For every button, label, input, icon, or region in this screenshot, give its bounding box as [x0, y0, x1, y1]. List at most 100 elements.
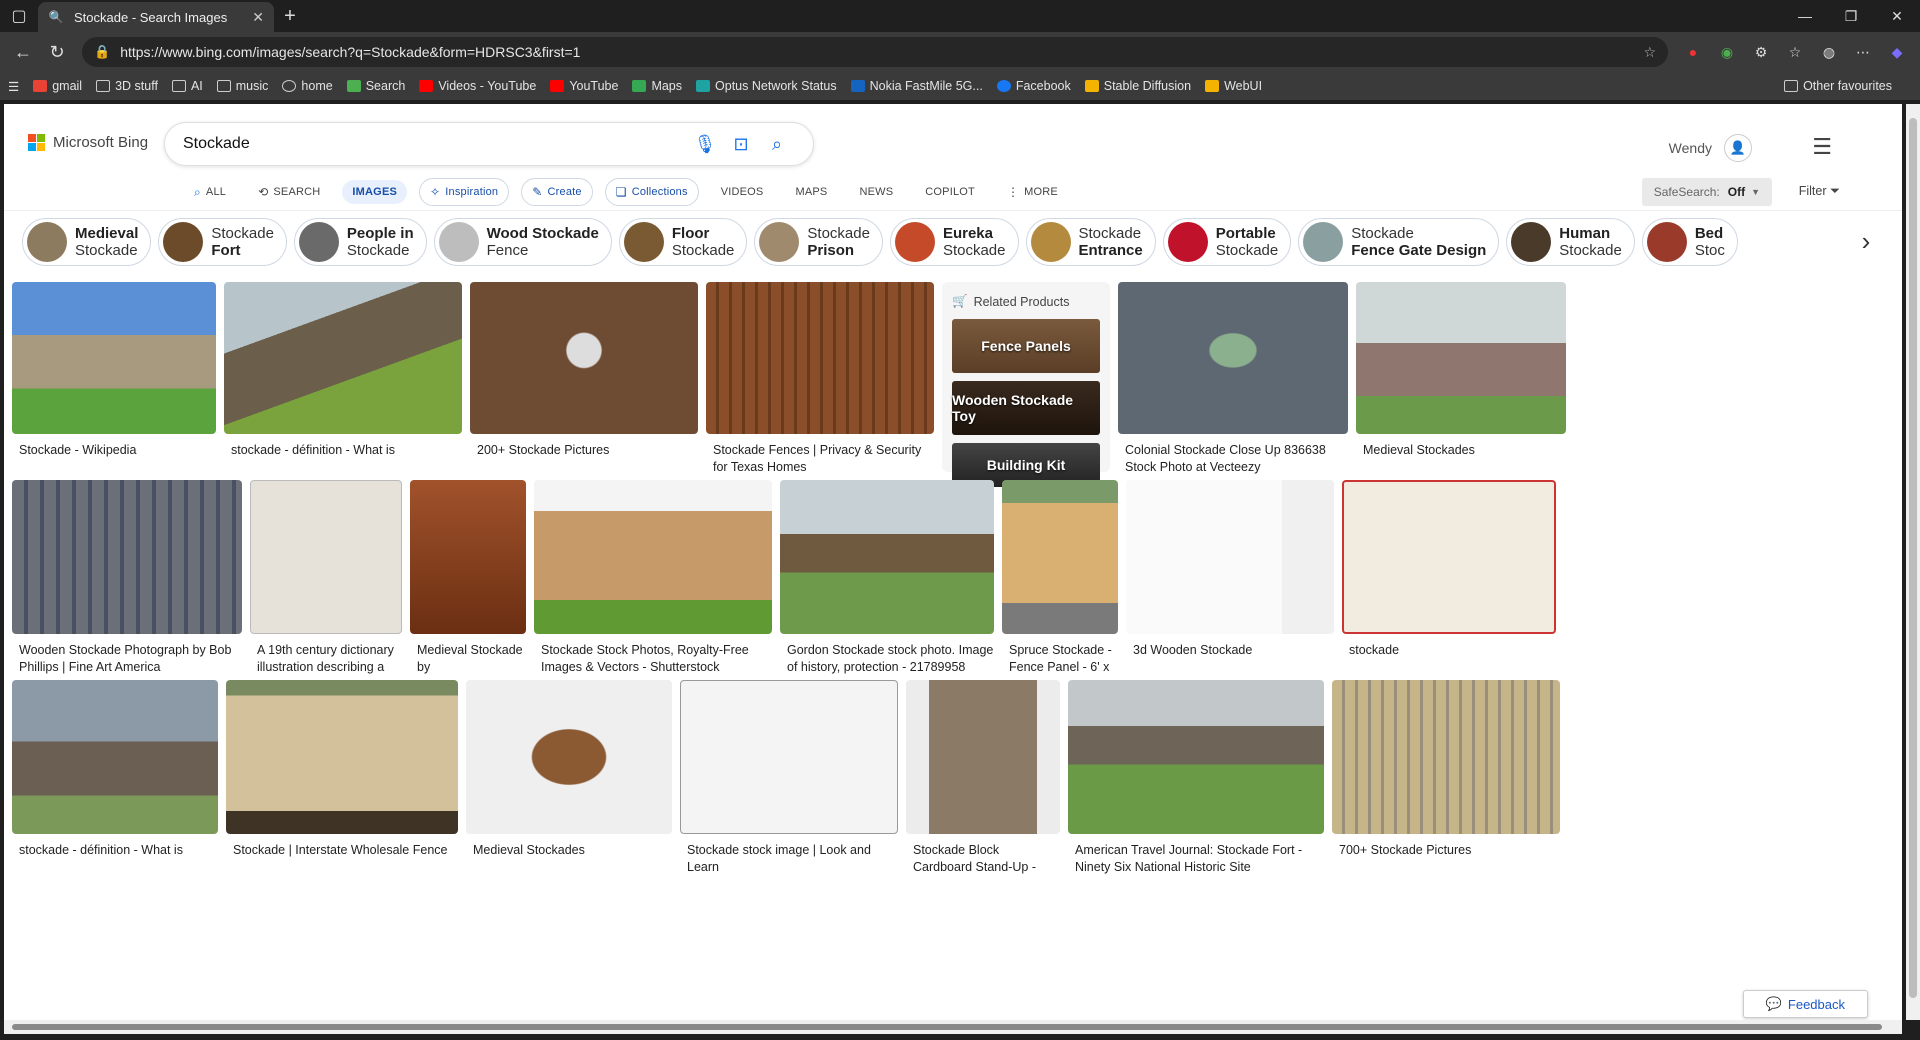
result-thumbnail[interactable] [12, 680, 218, 834]
bookmark-gmail[interactable]: gmail [33, 79, 82, 93]
related-search-chip[interactable]: Portable Stockade [1162, 217, 1292, 266]
vertical-scrollbar[interactable] [1906, 104, 1920, 1020]
tab-actions-icon[interactable]: ▢ [0, 0, 38, 32]
image-result[interactable]: A 19th century dictionary illustration d… [250, 480, 402, 676]
chevron-right-icon[interactable]: › [1846, 221, 1886, 261]
result-caption[interactable]: Spruce Stockade - Fence Panel - 6' x 8..… [1002, 642, 1118, 676]
horizontal-scrollbar[interactable] [4, 1020, 1902, 1034]
bookmark-home[interactable]: home [282, 79, 333, 93]
result-thumbnail[interactable] [470, 282, 698, 434]
image-result[interactable]: Wooden Stockade Photograph by Bob Philli… [12, 480, 242, 676]
image-result[interactable]: Medieval Stockade by DansWoodandLeat... [410, 480, 526, 676]
minimize-icon[interactable]: — [1782, 0, 1828, 32]
favorite-star-icon[interactable]: ☆ [1643, 44, 1656, 61]
result-thumbnail[interactable] [906, 680, 1060, 834]
related-search-chip[interactable]: Stockade Prison [754, 217, 883, 266]
lock-icon[interactable]: 🔒 [94, 44, 110, 60]
url-text[interactable]: https://www.bing.com/images/search?q=Sto… [120, 44, 1643, 60]
result-thumbnail[interactable] [1332, 680, 1560, 834]
safesearch-dropdown[interactable]: SafeSearch: Off ▼ [1641, 178, 1772, 206]
result-thumbnail[interactable] [1356, 282, 1566, 434]
result-thumbnail[interactable] [706, 282, 934, 434]
image-result[interactable]: Stockade Stock Photos, Royalty-Free Imag… [534, 480, 772, 676]
image-result[interactable]: Stockade Fences | Privacy & Security for… [706, 282, 934, 476]
other-favourites[interactable]: Other favourites [1784, 79, 1892, 93]
result-caption[interactable]: Medieval Stockades [1356, 442, 1566, 459]
profile-avatar-icon[interactable]: ◍ [1812, 36, 1846, 68]
result-caption[interactable]: Wooden Stockade Photograph by Bob Philli… [12, 642, 242, 676]
restore-icon[interactable]: ❐ [1828, 0, 1874, 32]
more-menu-icon[interactable]: ⋯ [1846, 36, 1880, 68]
bookmark-maps[interactable]: Maps [632, 79, 682, 93]
related-product-wooden-stockade-toy[interactable]: Wooden Stockade Toy [952, 381, 1100, 435]
image-result[interactable]: stockade [1342, 480, 1556, 676]
bookmark-videos-youtube[interactable]: Videos - YouTube [419, 79, 536, 93]
tab-videos[interactable]: VIDEOS [711, 180, 774, 204]
result-caption[interactable]: 700+ Stockade Pictures [1332, 842, 1560, 859]
related-product-fence-panels[interactable]: Fence Panels [952, 319, 1100, 373]
tab-more[interactable]: ⋮ MORE [997, 179, 1068, 205]
image-result[interactable]: 200+ Stockade Pictures [470, 282, 698, 476]
result-caption[interactable]: Stockade Stock Photos, Royalty-Free Imag… [534, 642, 772, 676]
tab-all[interactable]: ⌕ ALL [184, 179, 236, 206]
result-caption[interactable]: Medieval Stockade by DansWoodandLeat... [410, 642, 526, 676]
image-result[interactable]: stockade - définition - What is [12, 680, 218, 876]
related-search-chip[interactable]: Bed Stoc [1641, 217, 1738, 266]
image-result[interactable]: Stockade Block Cardboard Stand-Up - Disc… [906, 680, 1060, 876]
refresh-icon[interactable]: ↻ [40, 36, 74, 68]
result-caption[interactable]: Colonial Stockade Close Up 836638 Stock … [1118, 442, 1348, 476]
result-caption[interactable]: A 19th century dictionary illustration d… [250, 642, 402, 676]
active-tab[interactable]: 🔍 Stockade - Search Images ✕ [38, 2, 274, 32]
image-result[interactable]: Stockade stock image | Look and Learn [680, 680, 898, 876]
result-caption[interactable]: Stockade stock image | Look and Learn [680, 842, 898, 876]
result-caption[interactable]: stockade [1342, 642, 1556, 659]
bookmark-facebook[interactable]: Facebook [996, 79, 1071, 93]
bookmark-3d-stuff[interactable]: 3D stuff [96, 79, 158, 93]
image-result[interactable]: Spruce Stockade - Fence Panel - 6' x 8..… [1002, 480, 1118, 676]
result-caption[interactable]: 200+ Stockade Pictures [470, 442, 698, 459]
bookmarks-menu-icon[interactable]: ☰ [8, 79, 19, 94]
result-thumbnail[interactable] [1342, 480, 1556, 634]
search-input[interactable]: Stockade [183, 135, 687, 153]
image-result[interactable]: Medieval Stockades [466, 680, 672, 876]
image-result[interactable]: 700+ Stockade Pictures [1332, 680, 1560, 876]
bookmark-nokia[interactable]: Nokia FastMile 5G... [850, 79, 983, 93]
image-result[interactable]: stockade - définition - What is [224, 282, 462, 476]
hamburger-menu-icon[interactable]: ☰ [1812, 134, 1832, 160]
bing-logo[interactable]: Microsoft Bing [28, 134, 148, 151]
new-tab-button[interactable]: + [274, 0, 306, 32]
image-result[interactable]: Stockade - Wikipedia [12, 282, 216, 476]
result-thumbnail[interactable] [1118, 282, 1348, 434]
result-thumbnail[interactable] [12, 480, 242, 634]
result-thumbnail[interactable] [12, 282, 216, 434]
color-extension-icon[interactable]: ◉ [1710, 36, 1744, 68]
result-thumbnail[interactable] [1126, 480, 1334, 634]
result-caption[interactable]: Stockade - Wikipedia [12, 442, 216, 459]
bookmark-youtube[interactable]: YouTube [550, 79, 618, 93]
result-thumbnail[interactable] [466, 680, 672, 834]
favorites-icon[interactable]: ☆ [1778, 36, 1812, 68]
microphone-icon[interactable]: 🎙 [687, 134, 723, 155]
related-search-chip[interactable]: Human Stockade [1506, 217, 1635, 266]
bookmark-search[interactable]: Search [346, 79, 405, 93]
result-thumbnail[interactable] [1068, 680, 1324, 834]
tab-search[interactable]: ⟲ SEARCH [248, 179, 330, 205]
filter-button[interactable]: Filter ⏷ [1799, 184, 1840, 199]
tab-inspiration[interactable]: ✧ Inspiration [419, 178, 510, 206]
tab-news[interactable]: NEWS [849, 180, 903, 204]
search-icon[interactable]: ⌕ [759, 134, 795, 155]
result-caption[interactable]: 3d Wooden Stockade [1126, 642, 1334, 659]
tab-images[interactable]: IMAGES [342, 180, 408, 204]
tab-copilot[interactable]: COPILOT [915, 180, 985, 204]
feedback-button[interactable]: 💬 Feedback [1742, 990, 1868, 1018]
extensions-icon[interactable]: ⚙ [1744, 36, 1778, 68]
search-box[interactable]: Stockade 🎙 ⊡ ⌕ [164, 122, 814, 166]
result-thumbnail[interactable] [224, 282, 462, 434]
bookmark-optus[interactable]: Optus Network Status [696, 79, 837, 93]
bookmark-stable-diffusion[interactable]: Stable Diffusion [1084, 79, 1191, 93]
related-search-chip[interactable]: Stockade Fence Gate Design [1298, 217, 1500, 266]
close-window-icon[interactable]: ✕ [1874, 0, 1920, 32]
result-caption[interactable]: Stockade Block Cardboard Stand-Up - Disc… [906, 842, 1060, 876]
close-tab-icon[interactable]: ✕ [252, 9, 264, 26]
result-thumbnail[interactable] [780, 480, 994, 634]
